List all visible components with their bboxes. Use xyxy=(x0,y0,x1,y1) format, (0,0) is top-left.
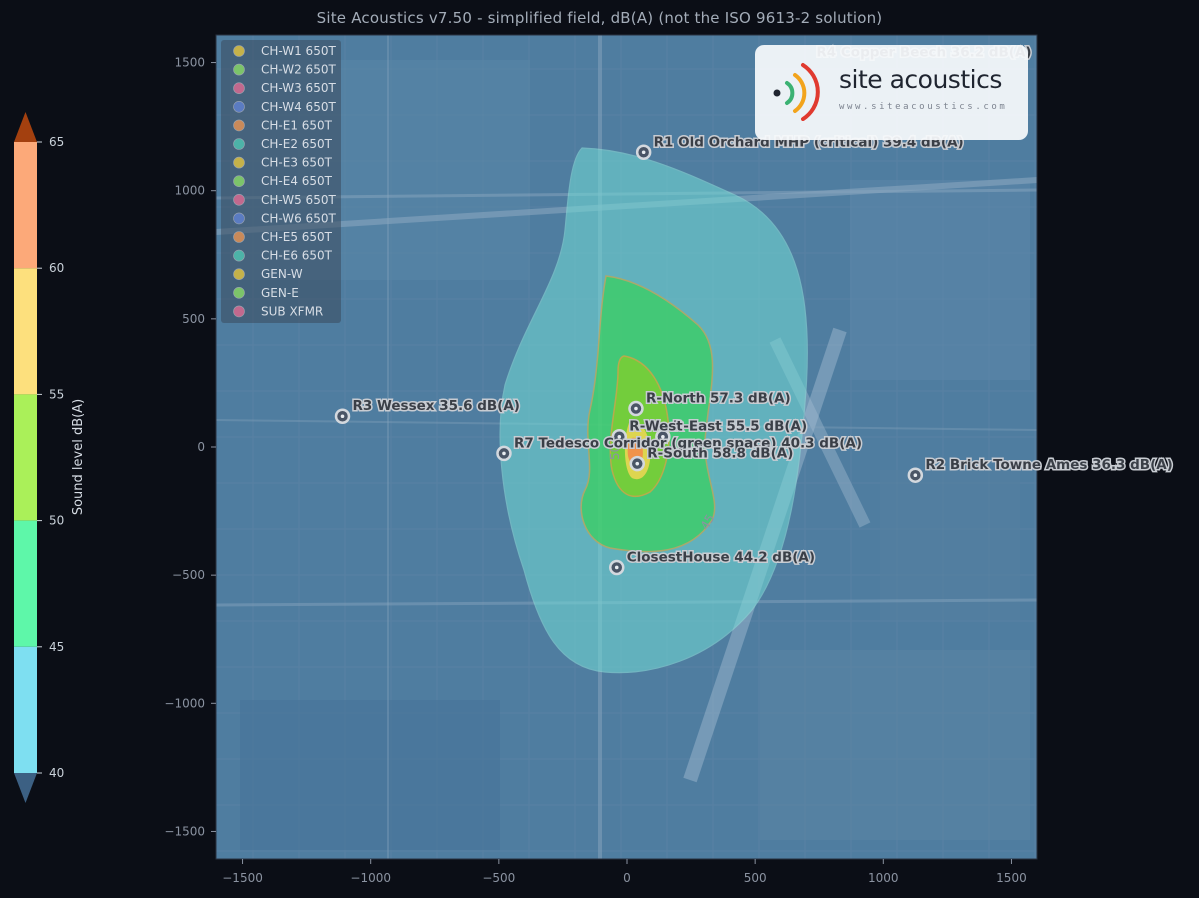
receiver-label: R2 Brick Towne Ames 36.3 dB(A) xyxy=(925,457,1173,473)
colorbar-band xyxy=(14,268,37,395)
app-window: Site Acoustics v7.50 - simplified field,… xyxy=(0,0,1199,898)
legend-label: CH-W1 650T xyxy=(261,44,336,58)
logo-wordmark: site acoustics xyxy=(839,65,1002,94)
legend-marker-icon xyxy=(233,249,245,262)
colorbar-tick-label: 45 xyxy=(49,640,64,654)
receiver-center-dot xyxy=(913,473,918,477)
legend-marker-icon xyxy=(233,231,245,243)
legend-marker-icon xyxy=(233,82,245,94)
receiver-center-dot xyxy=(634,406,638,411)
logo-icon xyxy=(773,63,820,121)
colorbar-tick-label: 50 xyxy=(49,514,64,528)
y-tick-label: −1000 xyxy=(164,696,205,710)
receiver-label: R-West xyxy=(629,419,683,435)
colorbar-tick-label: 40 xyxy=(49,766,64,780)
receiver-label: ClosestHouse 44.2 dB(A) xyxy=(627,549,815,565)
legend-label: CH-E2 650T xyxy=(261,137,333,151)
receiver-label: R-East 55.5 dB(A) xyxy=(673,419,807,435)
x-tick-label: 1000 xyxy=(868,871,899,885)
legend-label: CH-W6 650T xyxy=(261,211,336,225)
receiver-center-dot xyxy=(635,461,640,466)
colorbar: 65 60 55 50 45 40 xyxy=(14,112,64,803)
colorbar-tick-label: 65 xyxy=(49,135,64,149)
receiver-label: R3 Wessex 35.6 dB(A) xyxy=(353,398,520,414)
x-axis: −1500 −1000 −500 0 500 1000 1500 xyxy=(222,859,1027,885)
y-tick-label: 0 xyxy=(197,440,205,454)
colorbar-tick-label: 60 xyxy=(49,261,64,275)
y-tick-label: 1000 xyxy=(174,184,205,198)
legend-label: CH-W4 650T xyxy=(261,100,336,114)
legend-marker-icon xyxy=(233,286,245,299)
colorbar-under-arrow xyxy=(14,773,37,803)
colorbar-band xyxy=(14,646,37,773)
legend-marker-icon xyxy=(233,268,245,281)
colorbar-band xyxy=(14,394,37,521)
legend-marker-icon xyxy=(233,119,245,132)
logo-url: www.siteacoustics.com xyxy=(839,102,1008,112)
legend-marker-icon xyxy=(233,138,245,150)
legend-marker-icon xyxy=(233,194,245,206)
legend-label: CH-E3 650T xyxy=(261,156,333,170)
legend-marker-icon xyxy=(233,305,245,318)
y-tick-label: 500 xyxy=(182,312,205,326)
legend-label: CH-E1 650T xyxy=(261,118,333,132)
logo-panel: site acoustics www.siteacoustics.com xyxy=(755,45,1028,140)
legend-label: CH-W2 650T xyxy=(261,63,336,77)
legend-marker-icon xyxy=(233,63,245,76)
receiver-label: R-South 58.8 dB(A) xyxy=(647,446,793,462)
receiver-center-dot xyxy=(614,565,619,570)
receiver-center-dot xyxy=(502,451,506,456)
y-tick-label: 1500 xyxy=(174,56,205,70)
y-axis: 1500 1000 500 0 −500 −1000 −1500 xyxy=(164,56,216,838)
legend-marker-icon xyxy=(233,175,245,187)
legend-label: CH-E4 650T xyxy=(261,174,333,188)
y-tick-label: −1500 xyxy=(164,824,205,838)
x-tick-label: 500 xyxy=(744,871,767,885)
legend-marker-icon xyxy=(233,45,245,57)
x-tick-label: −500 xyxy=(482,871,515,885)
x-tick-label: −1500 xyxy=(222,871,263,885)
colorbar-tick-label: 55 xyxy=(49,387,64,401)
receiver-center-dot xyxy=(340,414,345,419)
legend-marker-icon xyxy=(233,156,245,169)
legend-label: CH-E6 650T xyxy=(261,249,333,263)
legend-label: CH-W5 650T xyxy=(261,193,336,207)
receiver-center-dot xyxy=(641,150,646,155)
legend-label: SUB XFMR xyxy=(261,304,323,318)
colorbar-band xyxy=(14,142,37,269)
y-tick-label: −500 xyxy=(172,568,205,582)
x-tick-label: 0 xyxy=(623,871,631,885)
legend-marker-icon xyxy=(233,101,245,113)
legend-label: GEN-E xyxy=(261,286,299,300)
colorbar-title: Sound level dB(A) xyxy=(71,399,86,515)
colorbar-band xyxy=(14,520,37,647)
x-tick-label: −1000 xyxy=(350,871,391,885)
legend-label: GEN-W xyxy=(261,267,303,281)
colorbar-over-arrow xyxy=(14,112,37,142)
receiver-label: R-North 57.3 dB(A) xyxy=(646,391,791,407)
x-tick-label: 1500 xyxy=(996,871,1027,885)
legend-label: CH-W3 650T xyxy=(261,81,336,95)
legend-marker-icon xyxy=(233,212,245,225)
legend-label: CH-E5 650T xyxy=(261,230,333,244)
